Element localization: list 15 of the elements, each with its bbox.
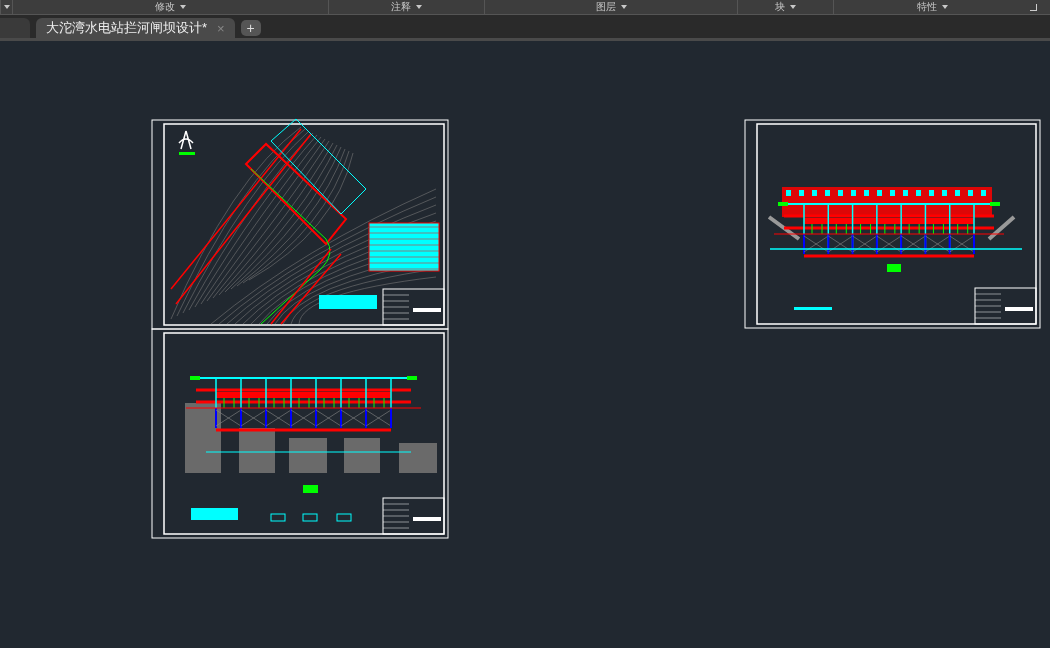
caret-icon[interactable] bbox=[3, 5, 10, 9]
caret-icon[interactable] bbox=[620, 5, 627, 9]
panel-title[interactable]: 修改 bbox=[155, 0, 175, 14]
caret-icon[interactable] bbox=[180, 5, 186, 9]
panel-title[interactable]: 特性 bbox=[916, 0, 937, 14]
panel-title[interactable]: 图层 bbox=[595, 0, 616, 14]
caret-icon[interactable] bbox=[941, 5, 948, 9]
new-tab-button[interactable]: + bbox=[240, 20, 261, 36]
tab-label[interactable]: 大沱湾水电站拦河闸坝设计* bbox=[46, 19, 208, 37]
caret-icon[interactable] bbox=[416, 5, 422, 9]
caret-icon[interactable] bbox=[790, 5, 796, 9]
panel-title[interactable]: 注释 bbox=[391, 0, 411, 14]
panel-title[interactable]: 块 bbox=[775, 0, 785, 14]
dialog-launcher-icon[interactable] bbox=[1030, 3, 1037, 11]
file-tab[interactable]: 大沱湾水电站拦河闸坝设计* × bbox=[36, 18, 235, 38]
